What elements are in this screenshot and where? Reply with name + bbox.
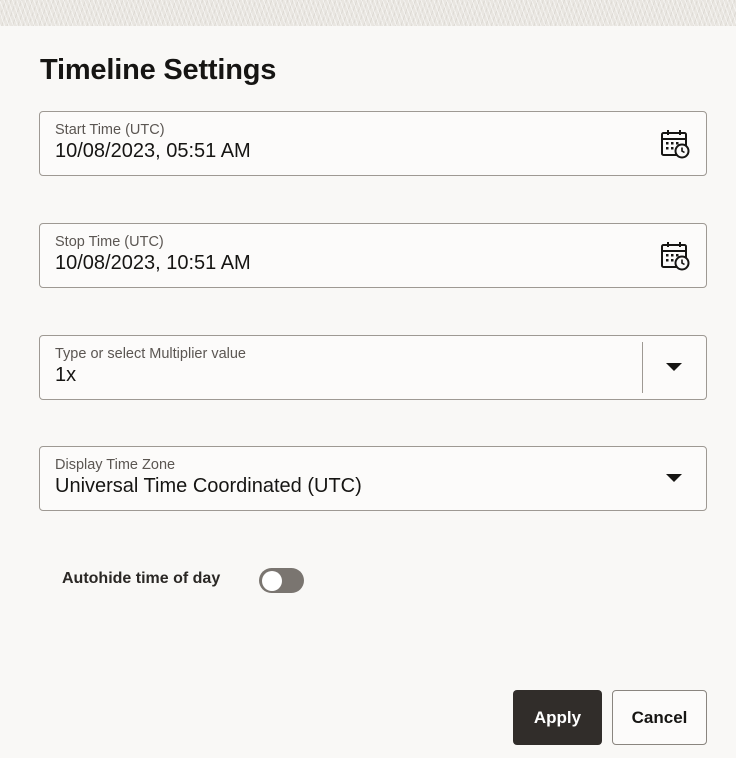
multiplier-label: Type or select Multiplier value <box>55 346 246 362</box>
dialog-title: Timeline Settings <box>40 54 277 86</box>
chevron-down-icon[interactable] <box>666 363 682 371</box>
calendar-clock-icon[interactable] <box>660 241 690 271</box>
multiplier-combobox[interactable]: Type or select Multiplier value 1x <box>39 335 707 400</box>
time-zone-select[interactable]: Display Time Zone Universal Time Coordin… <box>39 446 707 511</box>
cancel-button[interactable]: Cancel <box>612 690 707 745</box>
time-zone-value[interactable]: Universal Time Coordinated (UTC) <box>55 475 362 498</box>
calendar-clock-icon[interactable] <box>660 129 690 159</box>
stop-time-field[interactable]: Stop Time (UTC) 10/08/2023, 10:51 AM <box>39 223 707 288</box>
autohide-label: Autohide time of day <box>62 570 221 587</box>
start-time-label: Start Time (UTC) <box>55 122 165 138</box>
start-time-value[interactable]: 10/08/2023, 05:51 AM <box>55 140 251 163</box>
multiplier-value[interactable]: 1x <box>55 364 76 387</box>
start-time-field[interactable]: Start Time (UTC) 10/08/2023, 05:51 AM <box>39 111 707 176</box>
stop-time-label: Stop Time (UTC) <box>55 234 164 250</box>
time-zone-label: Display Time Zone <box>55 457 176 473</box>
stop-time-value[interactable]: 10/08/2023, 10:51 AM <box>55 252 251 275</box>
apply-button[interactable]: Apply <box>513 690 602 745</box>
toggle-knob <box>262 570 282 591</box>
header-texture-strip <box>0 0 736 26</box>
autohide-toggle[interactable] <box>259 568 304 593</box>
combobox-divider <box>642 342 643 393</box>
chevron-down-icon[interactable] <box>666 474 682 482</box>
